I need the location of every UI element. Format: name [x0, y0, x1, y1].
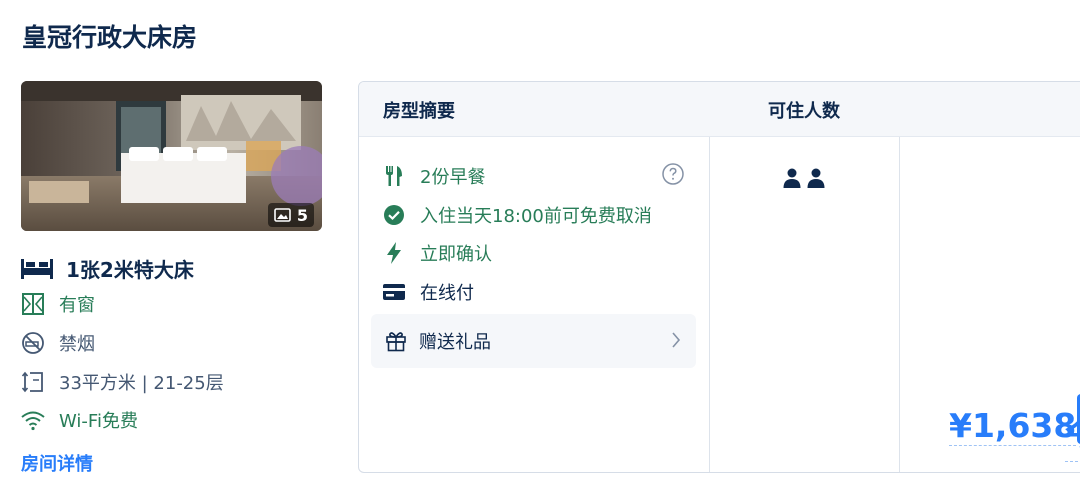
fork-knife-icon: [383, 165, 405, 187]
check-circle-icon: [383, 204, 405, 226]
area-label: 33平方米 | 21-25层: [59, 373, 224, 394]
header-summary: 房型摘要: [383, 100, 455, 122]
cancellation-label: 入住当天18:00前可免费取消: [420, 206, 652, 227]
bed-label: 1张2米特大床: [66, 258, 194, 282]
room-detail-link[interactable]: 房间详情: [21, 450, 93, 476]
instant-confirm: 立即确认: [383, 240, 492, 266]
room-photo[interactable]: 5: [21, 81, 322, 231]
room-price: ¥1,638: [949, 406, 1077, 446]
gift-label: 赠送礼品: [419, 332, 491, 353]
column-divider: [709, 137, 710, 472]
info-icon[interactable]: [661, 162, 685, 186]
payment-label: 在线付: [420, 283, 474, 304]
wifi-label: Wi-Fi免费: [59, 411, 138, 432]
no-smoking-icon: [21, 330, 47, 356]
wifi-info: Wi-Fi免费: [21, 407, 138, 433]
header-capacity: 可住人数: [768, 100, 840, 122]
bed-info: 1张2米特大床: [21, 254, 194, 283]
gift-row[interactable]: 赠送礼品: [371, 314, 696, 368]
window-label: 有窗: [59, 295, 95, 316]
chevron-right-icon: [672, 332, 681, 348]
person-icon: [807, 168, 825, 188]
area-info: 33平方米 | 21-25层: [21, 369, 224, 395]
column-divider: [899, 137, 900, 472]
breakfast-label: 2份早餐: [420, 167, 486, 188]
window-info: 有窗: [21, 291, 95, 317]
wifi-icon: [21, 407, 47, 433]
breakfast-policy: 2份早餐: [383, 163, 485, 189]
bed-icon: [21, 256, 55, 282]
gift-icon: [385, 330, 407, 352]
window-icon: [21, 291, 47, 317]
smoking-info: 禁烟: [21, 330, 95, 356]
confirm-label: 立即确认: [420, 244, 492, 265]
lightning-icon: [383, 242, 405, 264]
cancellation-policy: 入住当天18:00前可免费取消: [383, 202, 652, 228]
image-icon: [274, 208, 291, 222]
smoking-label: 禁烟: [59, 334, 95, 355]
rate-table: 房型摘要 可住人数 今 2份早餐 入住当天18:00前可免费取消: [358, 81, 1080, 473]
photo-count-badge[interactable]: 5: [267, 203, 314, 227]
payment-method: 在线付: [383, 279, 474, 305]
room-size-icon: [21, 369, 47, 395]
photo-count: 5: [296, 205, 308, 225]
guest-capacity: [783, 168, 825, 188]
person-icon: [783, 168, 801, 188]
table-header: 房型摘要 可住人数 今: [359, 82, 1080, 462]
credit-card-icon: [383, 281, 405, 303]
room-title: 皇冠行政大床房: [22, 23, 198, 52]
